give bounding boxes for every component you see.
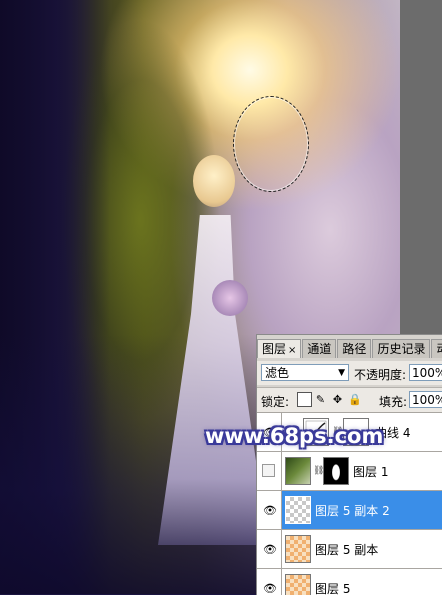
layer-row-layer-5-copy[interactable]: 👁 图层 5 副本 [257,529,442,568]
lock-all-icon[interactable]: 🔒 [348,393,362,406]
layer-thumbnail [285,457,311,485]
blend-mode-select[interactable]: 滤色 ▼ [261,364,349,381]
bride-head [193,155,235,207]
chevron-down-icon[interactable]: ▼ [338,365,345,382]
tab-history-label: 历史记录 [377,342,426,356]
elliptical-selection-marquee[interactable] [233,96,309,192]
eye-icon[interactable]: 👁 [263,582,277,595]
layer-name[interactable]: 图层 5 [315,580,350,595]
layer-row-layer-1[interactable]: ⛓ 图层 1 [257,451,442,490]
close-icon[interactable]: × [288,345,296,356]
layer-row-layer-5-copy-2[interactable]: 👁 图层 5 副本 2 [257,490,442,529]
visibility-toggle[interactable]: 👁 [257,530,282,568]
layer-name[interactable]: 图层 1 [353,463,388,480]
tab-channels[interactable]: 通道 [302,339,337,358]
tab-history[interactable]: 历史记录 [372,339,431,358]
visibility-toggle[interactable]: 👁 [257,569,282,595]
tab-actions[interactable]: 动 [431,339,442,358]
visibility-toggle[interactable]: 👁 [257,491,282,529]
fill-input[interactable]: 100% [409,391,442,408]
eye-icon[interactable]: 👁 [263,543,277,556]
tab-paths-label: 路径 [342,342,367,356]
layer-thumbnail [285,496,311,524]
layer-mask-thumbnail[interactable] [323,457,349,485]
fill-label: 填充: [379,395,408,409]
blend-mode-value: 滤色 [265,366,290,380]
layer-thumbnail [285,574,311,595]
blend-opacity-row: 滤色 ▼ 不透明度: 100% [257,361,442,385]
tab-actions-label: 动 [436,342,442,356]
layers-panel: 图层× 通道 路径 历史记录 动 滤色 ▼ 不透明度: 100% 锁定: ✎ ✥… [256,334,442,595]
opacity-input[interactable]: 100% [409,364,442,381]
eye-icon[interactable]: 👁 [263,504,277,517]
layer-row-layer-5[interactable]: 👁 图层 5 [257,568,442,595]
lock-image-pixels-icon[interactable]: ✎ [314,393,327,406]
layer-thumbnail [285,535,311,563]
lock-label: 锁定: [261,395,290,409]
lock-transparent-pixels-icon[interactable] [297,392,312,407]
layer-name[interactable]: 图层 5 副本 2 [315,502,390,519]
flower-bouquet [212,280,248,316]
panel-tabs: 图层× 通道 路径 历史记录 动 [257,339,442,359]
layer-name[interactable]: 图层 5 副本 [315,541,378,558]
tab-channels-label: 通道 [307,342,332,356]
workspace-background [400,0,442,338]
tab-layers[interactable]: 图层 × [257,339,302,358]
lock-position-icon[interactable]: ✥ [331,393,344,406]
opacity-label: 不透明度: [354,368,407,382]
watermark-text: www.68ps.com [205,424,384,448]
visibility-toggle[interactable] [257,452,282,490]
tab-layers-label: 图层 [262,342,287,356]
lock-fill-row: 锁定: ✎ ✥ 🔒 填充: 100% [257,387,442,412]
hidden-visibility-box[interactable] [262,464,275,477]
tab-paths[interactable]: 路径 [337,339,372,358]
